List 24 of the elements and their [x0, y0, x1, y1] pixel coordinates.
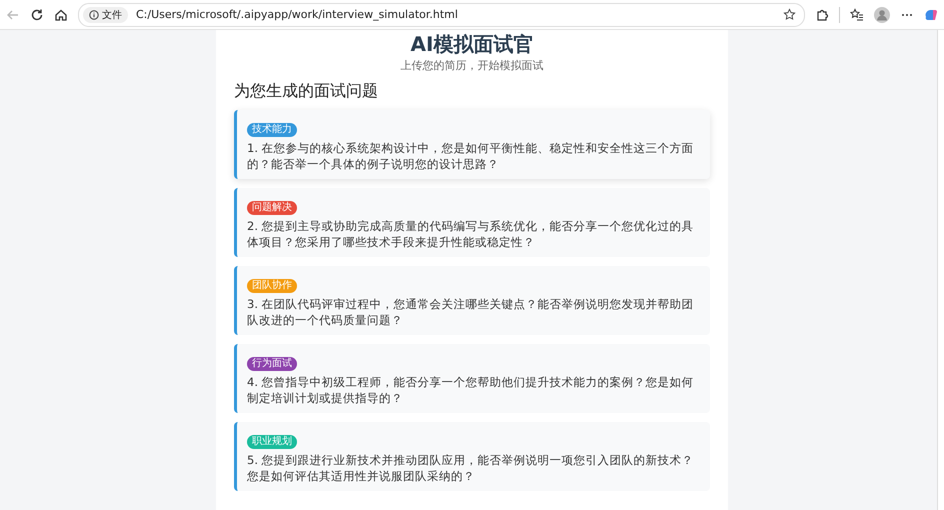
question-text: 4. 您曾指导中初级工程师，能否分享一个您帮助他们提升技术能力的案例？您是如何制定培训计划或提供指导的？ [247, 374, 695, 406]
puzzle-icon[interactable] [815, 8, 829, 22]
question-text: 1. 在您参与的核心系统架构设计中，您是如何平衡性能、稳定性和安全性这三个方面的？能否举一个具体的例子说明您的设计思路？ [247, 140, 695, 172]
address-bar[interactable]: 文件 C:/Users/microsoft/.aipyapp/work/interview_simulator.html [78, 2, 805, 26]
category-tag: 问题解决 [247, 201, 297, 215]
reload-icon[interactable] [30, 8, 44, 22]
info-icon [89, 10, 99, 20]
star-icon[interactable] [783, 8, 796, 21]
url-text: C:/Users/microsoft/.aipyapp/work/interview_simulator.html [136, 8, 459, 21]
site-label: 文件 [102, 8, 122, 22]
page-subtitle: 上传您的简历，开始模拟面试 [400, 58, 544, 73]
profile-avatar-icon[interactable] [874, 6, 890, 22]
category-tag: 职业规划 [247, 435, 297, 449]
question-text: 3. 在团队代码评审过程中，您通常会关注哪些关键点？能否举例说明您发现并帮助团队改进的一个代码质量问题？ [247, 296, 695, 328]
category-tag: 团队协作 [247, 279, 297, 293]
home-icon[interactable] [54, 8, 68, 22]
question-text: 5. 您提到跟进行业新技术并推动团队应用，能否举例说明一项您引入团队的新技术？您是如何评估其适用性并说服团队采纳的？ [247, 452, 695, 484]
category-tag: 行为面试 [247, 357, 297, 371]
category-tag: 技术能力 [247, 123, 297, 137]
site-info-chip[interactable]: 文件 [83, 6, 128, 22]
section-heading: 为您生成的面试问题 [234, 81, 379, 102]
question-text: 2. 您提到主导或协助完成高质量的代码编写与系统优化，能否分享一个您优化过的具体项目？您采用了哪些技术手段来提升性能或稳定性？ [247, 218, 695, 250]
page-title: AI模拟面试官 [410, 32, 534, 56]
favorites-icon[interactable] [850, 8, 864, 22]
